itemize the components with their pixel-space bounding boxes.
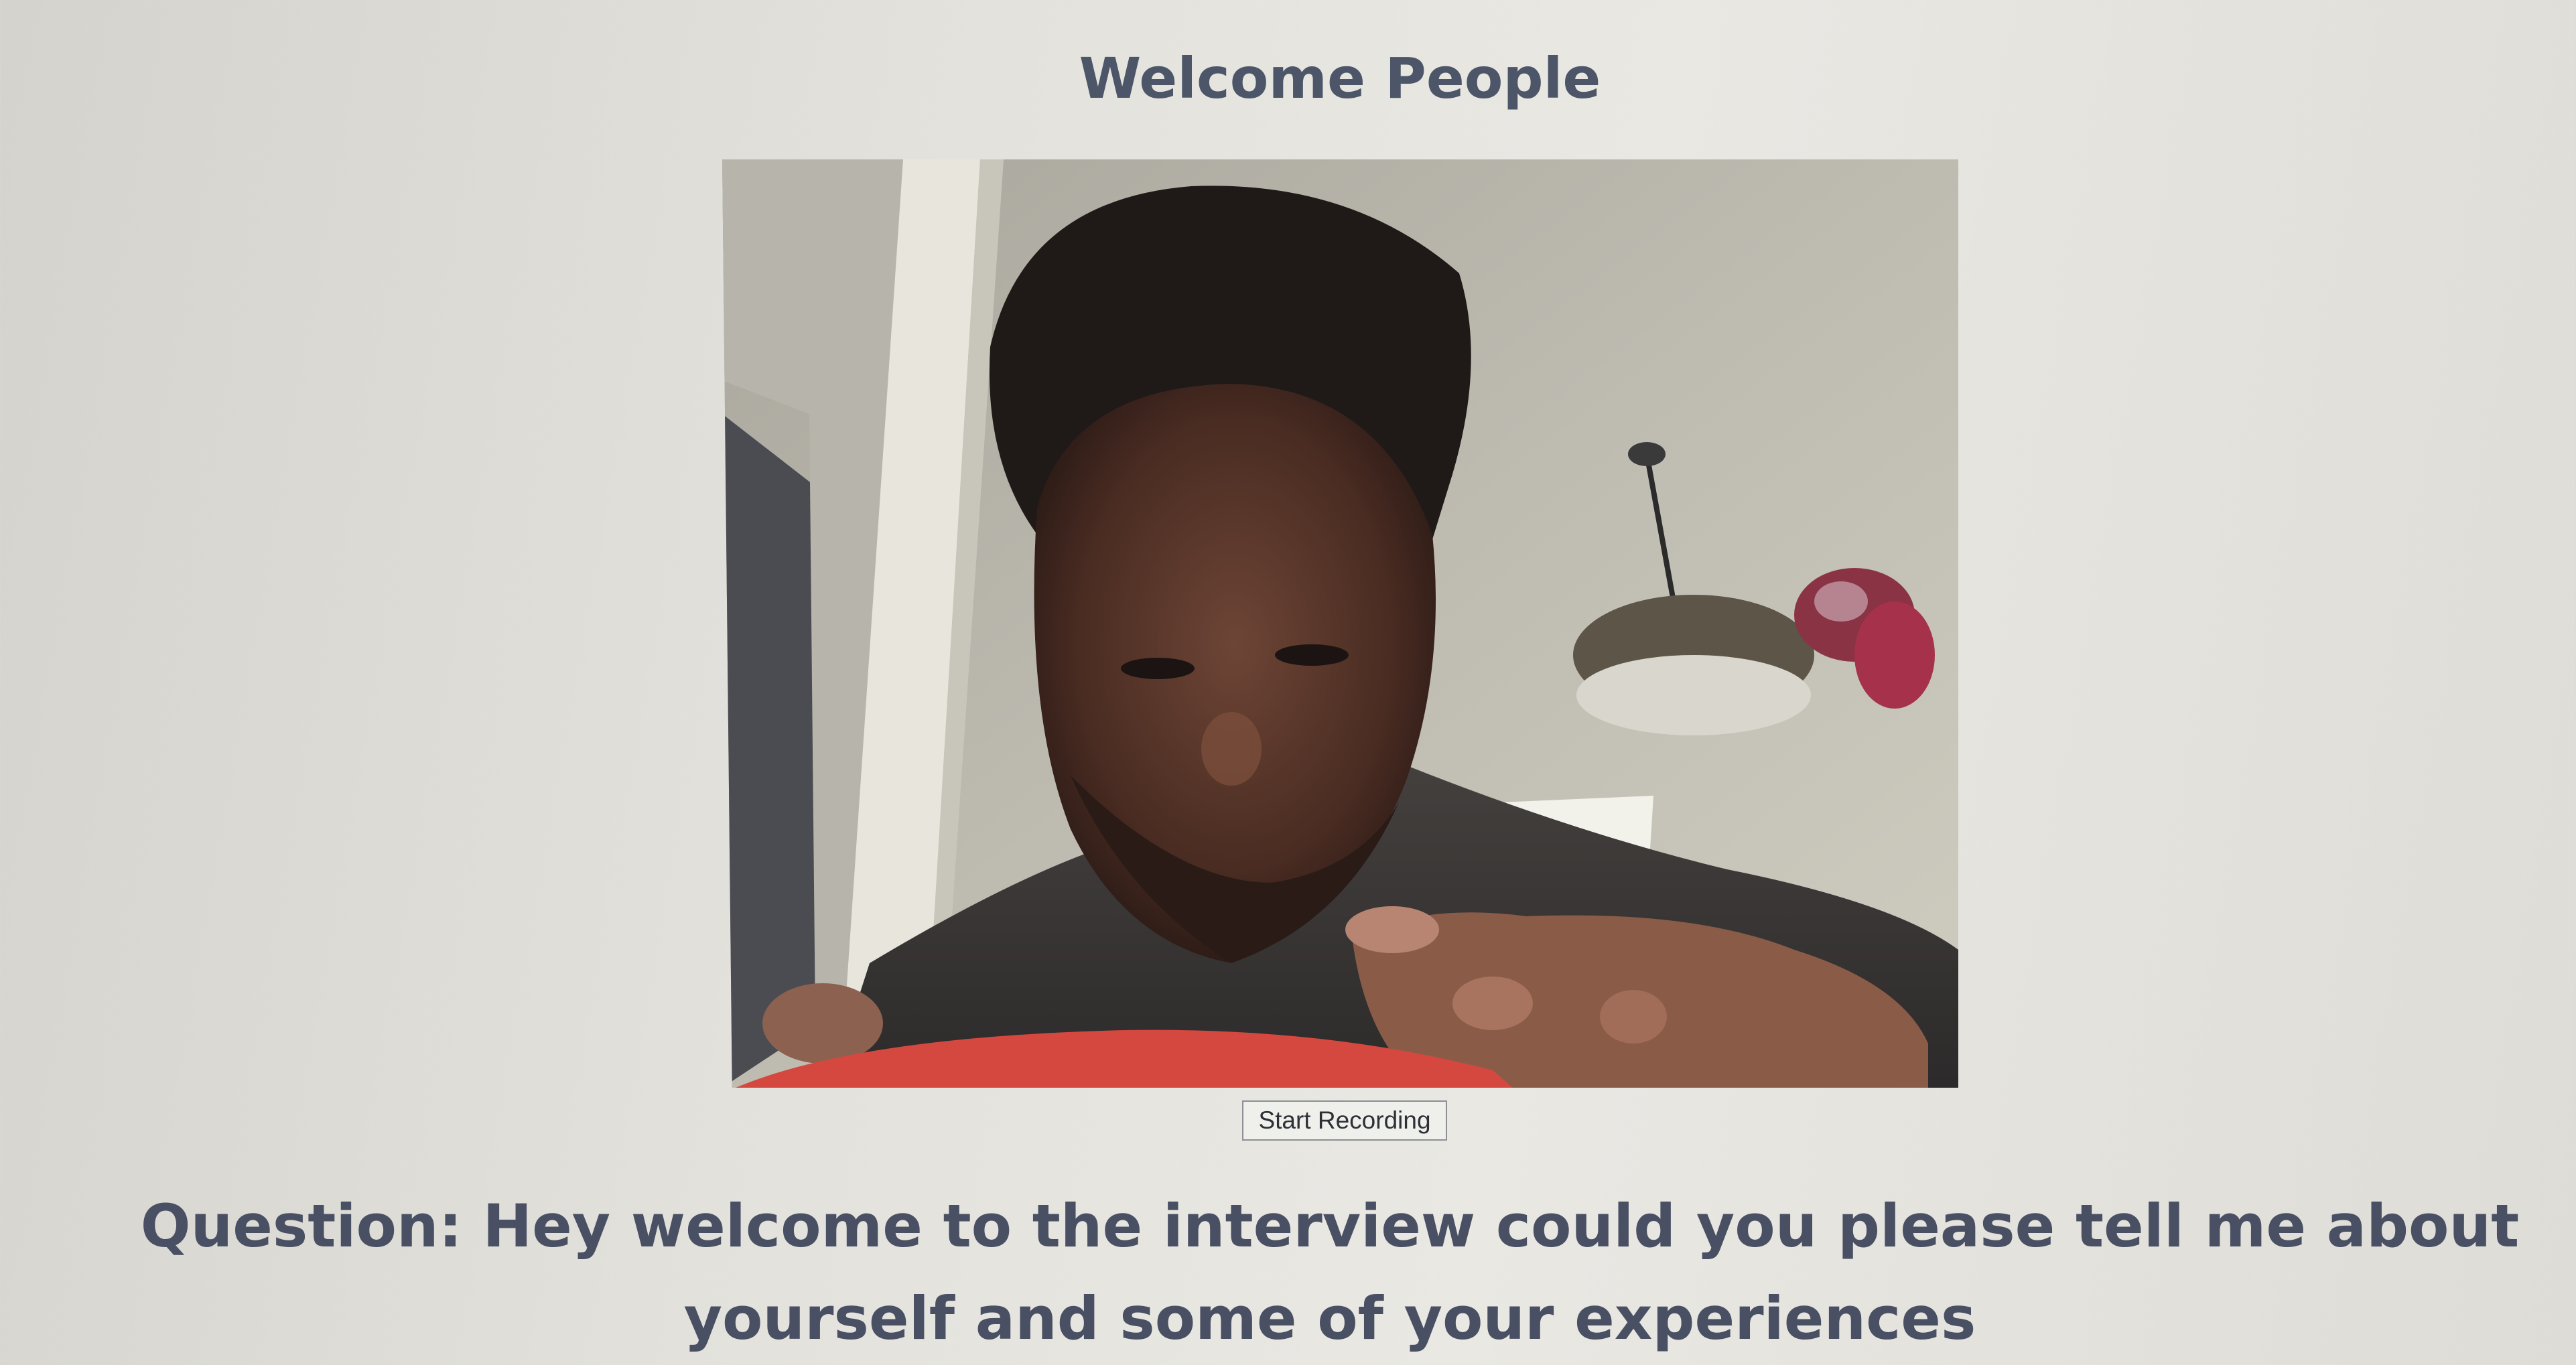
interview-question: Question: Hey welcome to the interview c… [140, 1192, 2520, 1353]
webcam-video-feed [722, 159, 1958, 1088]
page-title: Welcome People [1079, 46, 1601, 111]
start-recording-button[interactable]: Start Recording [1242, 1100, 1447, 1141]
interview-page: Welcome People Start Recording Question:… [0, 0, 2576, 1365]
webcam-image [722, 159, 1958, 1088]
